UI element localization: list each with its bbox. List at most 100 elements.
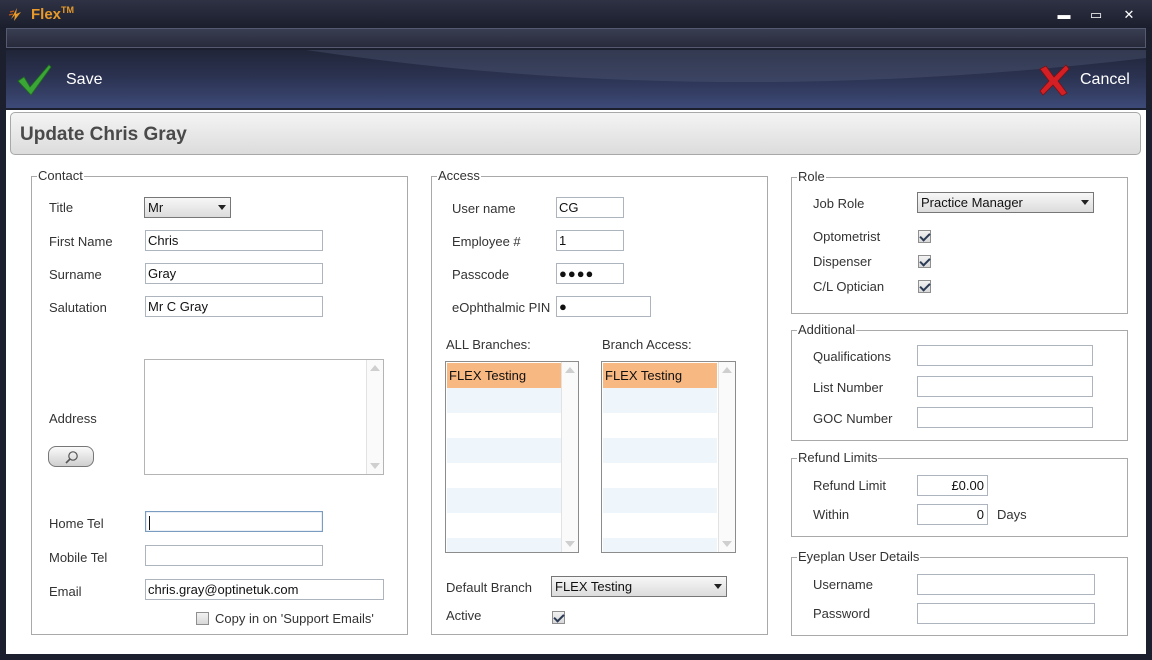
passcode-input[interactable]: ●●●● bbox=[556, 263, 624, 284]
list-item[interactable]: FLEX Testing bbox=[447, 363, 561, 388]
address-search-button[interactable] bbox=[48, 446, 94, 467]
within-label: Within bbox=[813, 507, 850, 522]
goc-number-input[interactable] bbox=[917, 407, 1093, 428]
mobile-tel-input[interactable] bbox=[145, 545, 323, 566]
eyeplan-password-input[interactable] bbox=[917, 603, 1095, 624]
goc-number-label: GOC Number bbox=[813, 411, 893, 426]
first-name-input[interactable]: Chris bbox=[145, 230, 323, 251]
title-select[interactable]: Mr bbox=[144, 197, 231, 218]
chevron-down-icon bbox=[714, 584, 722, 589]
optometrist-label: Optometrist bbox=[813, 229, 881, 244]
close-icon[interactable]: ✕ bbox=[1118, 6, 1140, 24]
role-legend: Role bbox=[797, 169, 826, 184]
employee-label: Employee # bbox=[452, 234, 521, 249]
scroll-down-icon[interactable] bbox=[565, 541, 575, 547]
flex-logo-icon bbox=[8, 8, 21, 21]
app-title: FlexTM bbox=[31, 5, 75, 23]
address-textarea[interactable] bbox=[144, 359, 384, 475]
minimize-icon[interactable]: ▬ bbox=[1053, 6, 1075, 24]
access-group: Access User name CG Employee # 1 Passcod… bbox=[431, 169, 768, 635]
qualifications-label: Qualifications bbox=[813, 349, 892, 364]
refund-limits-group: Refund Limits Refund Limit £0.00 Within … bbox=[791, 451, 1128, 537]
chevron-down-icon bbox=[218, 205, 226, 210]
username-label: User name bbox=[452, 201, 516, 216]
mobile-tel-label: Mobile Tel bbox=[49, 550, 108, 565]
default-branch-select[interactable]: FLEX Testing bbox=[551, 576, 727, 597]
days-label: Days bbox=[997, 507, 1027, 522]
employee-input[interactable]: 1 bbox=[556, 230, 624, 251]
address-label: Address bbox=[49, 411, 97, 426]
save-button[interactable]: Save bbox=[16, 62, 102, 98]
list-item[interactable]: FLEX Testing bbox=[603, 363, 717, 388]
list-item-empty bbox=[603, 388, 717, 413]
list-number-input[interactable] bbox=[917, 376, 1093, 397]
chevron-down-icon bbox=[1081, 200, 1089, 205]
cl-optician-label: C/L Optician bbox=[813, 279, 885, 294]
refund-limits-legend: Refund Limits bbox=[797, 450, 879, 465]
green-check-icon bbox=[17, 64, 52, 96]
refund-limit-input[interactable]: £0.00 bbox=[917, 475, 988, 496]
main-panel: Update Chris Gray Contact Title Mr First… bbox=[6, 110, 1146, 654]
list-item-empty bbox=[447, 488, 561, 513]
list-item-empty bbox=[447, 388, 561, 413]
scroll-up-icon[interactable] bbox=[722, 367, 732, 373]
copy-support-label: Copy in on 'Support Emails' bbox=[215, 611, 374, 626]
dispenser-checkbox[interactable] bbox=[918, 255, 931, 268]
active-label: Active bbox=[446, 608, 482, 623]
all-branches-label: ALL Branches: bbox=[446, 337, 531, 352]
salutation-label: Salutation bbox=[49, 300, 107, 315]
all-branches-scrollbar[interactable] bbox=[561, 362, 578, 552]
maximize-icon[interactable]: ▭ bbox=[1085, 6, 1107, 24]
job-role-label: Job Role bbox=[813, 196, 865, 211]
optometrist-checkbox[interactable] bbox=[918, 230, 931, 243]
eophthalmic-pin-input[interactable]: ● bbox=[556, 296, 651, 317]
all-branches-list[interactable]: FLEX Testing bbox=[445, 361, 579, 553]
address-scrollbar[interactable] bbox=[366, 360, 383, 474]
home-tel-label: Home Tel bbox=[49, 516, 104, 531]
job-role-select[interactable]: Practice Manager bbox=[917, 192, 1094, 213]
branch-access-label: Branch Access: bbox=[602, 337, 692, 352]
salutation-input[interactable]: Mr C Gray bbox=[145, 296, 323, 317]
text-caret bbox=[149, 515, 150, 530]
cancel-button[interactable]: Cancel bbox=[1036, 62, 1130, 98]
copy-support-checkbox[interactable] bbox=[196, 612, 209, 625]
page-header: Update Chris Gray bbox=[10, 112, 1141, 155]
page-title: Update Chris Gray bbox=[20, 124, 187, 145]
title-label: Title bbox=[49, 200, 74, 215]
scroll-up-icon[interactable] bbox=[370, 365, 380, 371]
qualifications-input[interactable] bbox=[917, 345, 1093, 366]
within-input[interactable]: 0 bbox=[917, 504, 988, 525]
branch-access-scrollbar[interactable] bbox=[718, 362, 735, 552]
toolbar-swoosh-decoration bbox=[306, 50, 1146, 83]
cl-optician-checkbox[interactable] bbox=[918, 280, 931, 293]
surname-input[interactable]: Gray bbox=[145, 263, 323, 284]
access-legend: Access bbox=[437, 168, 481, 183]
magnifier-icon bbox=[65, 451, 78, 464]
eophthalmic-pin-label: eOphthalmic PIN bbox=[452, 300, 551, 315]
username-input[interactable]: CG bbox=[556, 197, 624, 218]
list-item-empty bbox=[447, 438, 561, 463]
refund-limit-label: Refund Limit bbox=[813, 478, 886, 493]
scroll-up-icon[interactable] bbox=[565, 367, 575, 373]
contact-group: Contact Title Mr First Name Chris Surnam… bbox=[31, 169, 408, 635]
home-tel-input[interactable] bbox=[145, 511, 323, 532]
scroll-down-icon[interactable] bbox=[722, 541, 732, 547]
eyeplan-user-details-group: Eyeplan User Details Username Password bbox=[791, 550, 1128, 636]
eyeplan-username-input[interactable] bbox=[917, 574, 1095, 595]
list-item-empty bbox=[603, 438, 717, 463]
menu-strip bbox=[6, 28, 1146, 48]
default-branch-label: Default Branch bbox=[446, 580, 532, 595]
list-item-empty bbox=[603, 488, 717, 513]
active-checkbox[interactable] bbox=[552, 611, 565, 624]
first-name-label: First Name bbox=[49, 234, 113, 249]
scroll-down-icon[interactable] bbox=[370, 463, 380, 469]
passcode-label: Passcode bbox=[452, 267, 510, 282]
title-bar: FlexTM ▬ ▭ ✕ bbox=[0, 0, 1152, 28]
red-cross-icon bbox=[1039, 64, 1070, 97]
list-number-label: List Number bbox=[813, 380, 884, 395]
email-input[interactable]: chris.gray@optinetuk.com bbox=[145, 579, 384, 600]
dispenser-label: Dispenser bbox=[813, 254, 872, 269]
toolbar: Save Cancel bbox=[6, 50, 1146, 108]
branch-access-list[interactable]: FLEX Testing bbox=[601, 361, 736, 553]
email-label: Email bbox=[49, 584, 82, 599]
